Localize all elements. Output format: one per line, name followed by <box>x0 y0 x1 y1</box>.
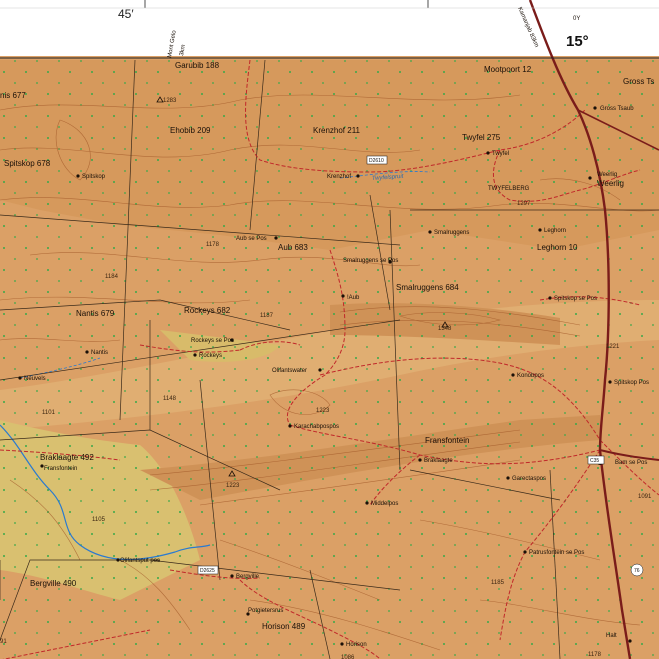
farm-label: Ehobib 209 <box>170 126 211 135</box>
farm-label: Braklaagte 492 <box>40 453 94 462</box>
farm-label: Fransfontein <box>425 436 469 445</box>
spot-height: 91 <box>0 639 7 645</box>
spot-height: 1184 <box>105 274 119 280</box>
place-label: Neuvels <box>24 376 46 382</box>
place-label: Rockeys <box>199 353 222 359</box>
place-label: Smalruggens <box>434 230 469 236</box>
place-label: Krenzhof <box>327 174 351 180</box>
place-label: Aub se Pos <box>236 236 267 242</box>
place-label: Nantis <box>91 350 108 356</box>
spot-height: 1223 <box>316 408 330 414</box>
map-margin <box>0 0 659 58</box>
place-label: TWYFELBERG <box>488 186 530 192</box>
farm-label: Krenzhof 211 <box>313 126 361 135</box>
place-label: Leghorn <box>544 228 566 234</box>
place-label: Potgietersrus <box>248 608 283 614</box>
farm-label: Horison 489 <box>262 622 306 631</box>
road-number: C35 <box>590 458 599 464</box>
road-number: 76 <box>634 568 640 574</box>
place-label: Gross Tsaub <box>600 106 634 112</box>
spot-height: 1223 <box>226 483 240 489</box>
spot-height: 1101 <box>42 410 56 416</box>
place-label: Fransfontein <box>44 466 77 472</box>
farm-label: Leghorn 10 <box>537 243 578 252</box>
place-label: Konobpos <box>517 373 544 379</box>
place-label: Garectaspos <box>512 476 546 482</box>
place-label: Rockeys se Pos <box>191 338 234 344</box>
farm-label: Nantis 679 <box>76 309 115 318</box>
farm-label: Rockeys 682 <box>184 306 231 315</box>
place-label: Smalruggens se Pos <box>343 258 398 264</box>
farm-label: Garubib 188 <box>175 61 220 70</box>
place-label: Bergville <box>236 574 260 580</box>
farm-label: Smalruggens 684 <box>396 283 459 292</box>
spot-height: 1091 <box>638 494 652 500</box>
spot-height: 1105 <box>92 517 106 523</box>
road-number: D2625 <box>200 568 215 574</box>
farm-label: Spitskop 678 <box>4 159 51 168</box>
longitude-label-right: 15° <box>566 33 589 50</box>
place-label: !Aub <box>347 295 360 301</box>
farm-label: Gross Ts <box>623 77 654 86</box>
place-label: Olifantswater <box>272 368 307 374</box>
place-label: Patrusfontein se Pos <box>529 550 584 556</box>
place-label: Halt <box>606 633 617 639</box>
road-number: D2610 <box>369 158 384 164</box>
place-label: Spitskop se Pos <box>554 296 597 302</box>
spot-height: 1185 <box>491 580 505 586</box>
place-label: Twyfel <box>492 151 509 157</box>
farm-label: nis 677 <box>0 91 26 100</box>
spot-height: 1348 <box>438 326 452 332</box>
farm-label: Aub 683 <box>278 243 308 252</box>
farm-label: Bergville 490 <box>30 579 77 588</box>
spot-height: 1297 <box>517 201 531 207</box>
map-canvas[interactable]: 45′15°0YMont Gelo 3kmKamanjab 83kmGarubib… <box>0 0 659 659</box>
place-label: Weerlig <box>597 172 617 178</box>
farm-label: Mootpoort 12 <box>484 65 532 74</box>
place-label: Bam se Pos <box>615 460 647 466</box>
place-label: Middelpos <box>371 501 398 507</box>
farm-label: Twyfel 275 <box>462 133 501 142</box>
spot-height: 1086 <box>341 655 355 659</box>
spot-height: 1148 <box>163 396 177 402</box>
longitude-label-left: 45′ <box>118 7 134 21</box>
spot-height: 1178 <box>588 652 602 658</box>
spot-height: 1221 <box>606 344 620 350</box>
place-label: Olifantsput pos <box>120 558 160 564</box>
farm-label: Weerlig <box>597 179 624 188</box>
place-label: Spitskop <box>82 174 106 180</box>
grid-label: 0Y <box>573 16 580 22</box>
place-label: Spitskop Pos <box>614 380 649 386</box>
spot-height: 1178 <box>206 242 220 248</box>
place-label: Horison <box>346 642 367 648</box>
topographic-map[interactable]: 45′ 15° 0Y Mont Gelo 3km Kamanjab 83km Garubib… <box>0 0 659 659</box>
spot-height: 1187 <box>260 313 274 319</box>
place-label: Braklaagte <box>424 458 453 464</box>
spot-height: 1283 <box>163 98 177 104</box>
place-label: Karachabpospos <box>294 424 339 430</box>
